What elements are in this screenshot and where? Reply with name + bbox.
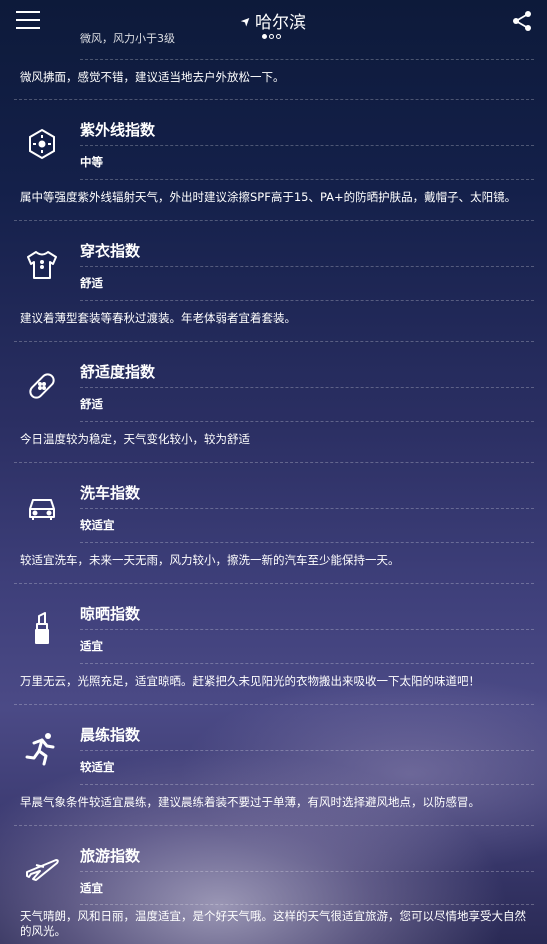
shirt-icon [22, 245, 62, 285]
index-title: 晨练指数 [80, 726, 141, 744]
separator [80, 266, 534, 267]
separator [80, 508, 534, 509]
page-dot [276, 34, 281, 39]
index-title: 洗车指数 [80, 484, 141, 502]
top-bar: ➤ 哈尔滨 [0, 0, 547, 42]
index-level: 适宜 [80, 639, 103, 653]
separator [14, 704, 534, 705]
city-title-wrap[interactable]: ➤ 哈尔滨 [0, 8, 547, 33]
share-icon[interactable] [511, 10, 533, 32]
separator [80, 542, 534, 543]
index-level: 舒适 [80, 276, 103, 290]
city-name: 哈尔滨 [255, 13, 307, 33]
index-title: 紫外线指数 [80, 121, 156, 139]
separator [14, 583, 534, 584]
separator [80, 145, 534, 146]
page-dot [269, 34, 274, 39]
separator [80, 784, 534, 785]
separator [14, 341, 534, 342]
bandage-icon [22, 366, 62, 406]
partial-desc: 微风拂面，感觉不错，建议适当地去户外放松一下。 [20, 70, 285, 84]
index-level: 中等 [80, 155, 103, 169]
separator [80, 59, 534, 60]
separator [80, 904, 534, 905]
index-title: 旅游指数 [80, 847, 141, 865]
separator [80, 750, 534, 751]
runner-icon [22, 729, 62, 769]
index-level: 较适宜 [80, 760, 115, 774]
city-title[interactable]: ➤ 哈尔滨 [237, 8, 307, 33]
separator [80, 629, 534, 630]
separator [80, 387, 534, 388]
separator [14, 825, 534, 826]
separator [80, 300, 534, 301]
location-arrow-icon: ➤ [237, 11, 255, 30]
separator [80, 871, 534, 872]
index-desc: 属中等强度紫外线辐射天气，外出时建议涂擦SPF高于15、PA+的防晒护肤品，戴帽… [20, 190, 517, 204]
index-level: 较适宜 [80, 518, 115, 532]
index-desc: 早晨气象条件较适宜晨练，建议晨练着装不要过于单薄，有风时选择避风地点，以防感冒。 [20, 795, 480, 809]
index-title: 穿衣指数 [80, 242, 141, 260]
index-desc: 较适宜洗车，未来一天无雨，风力较小，擦洗一新的汽车至少能保持一天。 [20, 553, 400, 567]
index-desc: 建议着薄型套装等春秋过渡装。年老体弱者宜着套装。 [20, 311, 296, 325]
index-desc: 今日温度较为稳定，天气变化较小，较为舒适 [20, 432, 250, 446]
separator [14, 220, 534, 221]
index-desc: 万里无云，光照充足，适宜晾晒。赶紧把久未见阳光的衣物搬出来吸收一下太阳的味道吧！ [20, 674, 480, 688]
page-dot [262, 34, 267, 39]
separator [80, 179, 534, 180]
airplane-icon [22, 850, 62, 890]
separator [80, 421, 534, 422]
separator [80, 663, 534, 664]
lipstick-icon [22, 608, 62, 648]
page-indicator [262, 34, 281, 39]
sun-uv-icon [22, 124, 62, 164]
separator [14, 462, 534, 463]
index-title: 晾晒指数 [80, 605, 141, 623]
index-level: 适宜 [80, 881, 103, 895]
index-desc: 天气晴朗，风和日丽，温度适宜，是个好天气哦。这样的天气很适宜旅游，您可以尽情地享… [20, 909, 526, 938]
index-level: 舒适 [80, 397, 103, 411]
index-title: 舒适度指数 [80, 363, 156, 381]
separator [14, 99, 534, 100]
car-icon [22, 487, 62, 527]
